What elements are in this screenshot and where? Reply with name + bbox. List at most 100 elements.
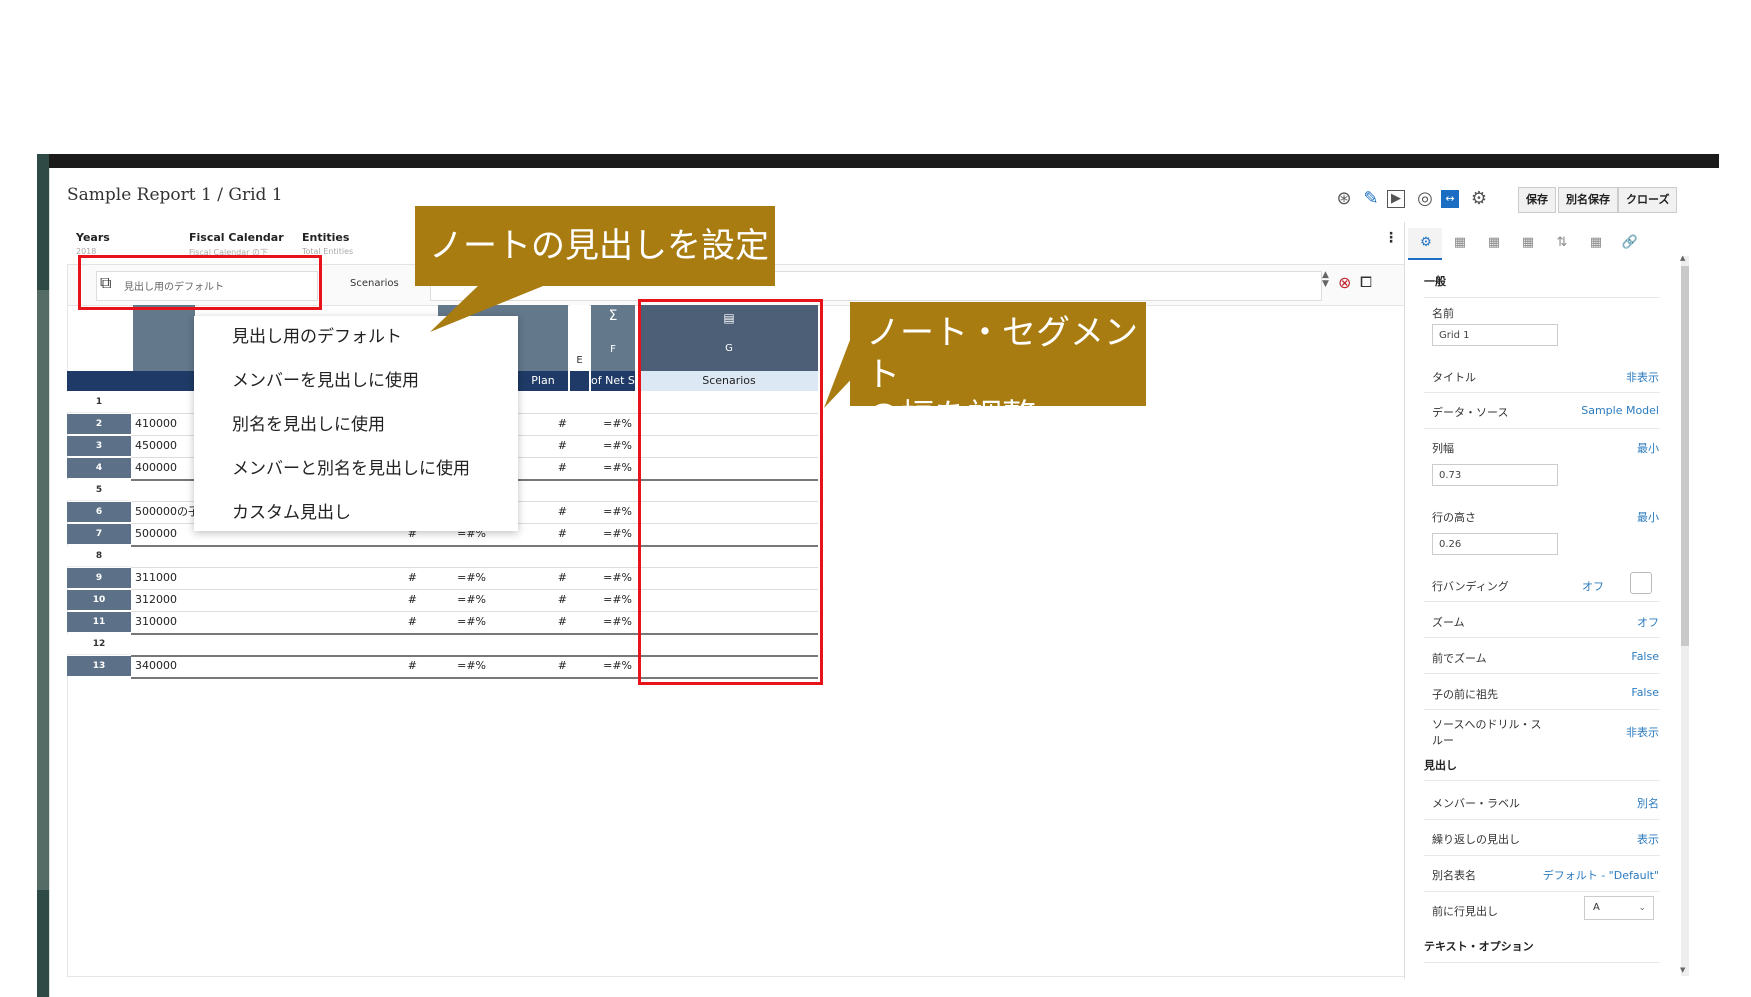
cell-percent[interactable]: =#%: [448, 590, 486, 610]
column-width-icon[interactable]: ↔: [1441, 190, 1459, 208]
cell-percent[interactable]: =#%: [596, 458, 632, 478]
hierarchy-icon[interactable]: ⧠: [1360, 273, 1372, 291]
panel-tab-grid-icon[interactable]: ▦: [1584, 232, 1608, 254]
row-header[interactable]: 4: [67, 458, 131, 478]
row-header[interactable]: 8: [67, 546, 131, 567]
cell-value[interactable]: #: [555, 612, 567, 632]
close-button[interactable]: クローズ: [1618, 187, 1678, 213]
alias-table-value[interactable]: デフォルト - "Default": [1543, 867, 1659, 883]
cell-percent[interactable]: =#%: [596, 414, 632, 434]
row-header[interactable]: 6: [67, 502, 131, 522]
cell-value[interactable]: #: [555, 458, 567, 478]
cell-percent[interactable]: =#%: [448, 656, 486, 676]
row-label[interactable]: 400000: [135, 458, 177, 478]
menu-item-heading-default[interactable]: 見出し用のデフォルト: [232, 322, 402, 347]
drill-value[interactable]: 非表示: [1626, 724, 1659, 740]
datasource-value[interactable]: Sample Model: [1581, 404, 1659, 417]
cell-value[interactable]: #: [405, 568, 417, 588]
title-value[interactable]: 非表示: [1626, 369, 1659, 385]
column-width-value[interactable]: 最小: [1637, 440, 1659, 456]
clear-circle-icon[interactable]: ⊗: [1338, 273, 1351, 292]
cell-value[interactable]: #: [405, 612, 417, 632]
row-header[interactable]: 7: [67, 524, 131, 544]
save-button[interactable]: 保存: [1518, 187, 1556, 213]
scroll-up-icon[interactable]: ▲: [1680, 254, 1685, 262]
panel-tab-rows-icon[interactable]: ▦: [1482, 232, 1506, 254]
row-label[interactable]: 312000: [135, 590, 177, 610]
menu-item-use-member[interactable]: メンバーを見出しに使用: [232, 366, 419, 391]
menu-item-use-alias[interactable]: 別名を見出しに使用: [232, 410, 385, 435]
cell-value[interactable]: #: [555, 414, 567, 434]
row-header[interactable]: 2: [67, 414, 131, 434]
row-label[interactable]: 410000: [135, 414, 177, 434]
cell-value[interactable]: #: [555, 656, 567, 676]
target-icon[interactable]: ◎: [1414, 188, 1436, 210]
cell-percent[interactable]: =#%: [596, 436, 632, 456]
row-header[interactable]: 10: [67, 590, 131, 610]
row-header[interactable]: 12: [67, 634, 131, 655]
ancestor-value[interactable]: False: [1631, 686, 1659, 699]
column-header-a[interactable]: [133, 305, 195, 371]
row-header[interactable]: 5: [67, 480, 131, 501]
row-height-value[interactable]: 最小: [1637, 509, 1659, 525]
panel-tab-columns-icon[interactable]: ▦: [1448, 232, 1472, 254]
row-label[interactable]: 340000: [135, 656, 177, 676]
panel-tab-general-gears-icon[interactable]: ⚙: [1414, 232, 1438, 254]
menu-item-custom-heading[interactable]: カスタム見出し: [232, 498, 351, 523]
column-header-e[interactable]: E: [570, 305, 589, 371]
row-header[interactable]: 9: [67, 568, 131, 588]
row-label[interactable]: 500000の子: [135, 502, 199, 522]
row-label[interactable]: 450000: [135, 436, 177, 456]
row-height-input[interactable]: 0.26: [1432, 533, 1558, 555]
row-header[interactable]: 3: [67, 436, 131, 456]
cell-value[interactable]: #: [555, 568, 567, 588]
cell-percent[interactable]: =#%: [596, 568, 632, 588]
pov-fiscal-calendar-label[interactable]: Fiscal Calendar: [189, 231, 284, 244]
spinner-icon[interactable]: ▲ ▼: [1322, 271, 1329, 289]
row-label[interactable]: 311000: [135, 568, 177, 588]
cell-percent[interactable]: =#%: [448, 568, 486, 588]
row-heading-before-select[interactable]: A ⌄: [1584, 896, 1654, 920]
panel-tab-cells-icon[interactable]: ▦: [1516, 232, 1540, 254]
cell-value[interactable]: #: [555, 502, 567, 522]
cell-value[interactable]: #: [555, 436, 567, 456]
cell-percent[interactable]: =#%: [596, 590, 632, 610]
cell-percent[interactable]: =#%: [448, 612, 486, 632]
cell-percent[interactable]: =#%: [596, 656, 632, 676]
panel-tab-sort-icon[interactable]: ⇅: [1550, 232, 1574, 254]
scenarios-heading-chip[interactable]: Scenarios: [350, 278, 399, 289]
settings-gear-icon[interactable]: ⚙: [1468, 188, 1490, 210]
member-label-value[interactable]: 別名: [1637, 795, 1659, 811]
zoom-front-value[interactable]: False: [1631, 650, 1659, 663]
row-header[interactable]: 1: [67, 392, 131, 413]
column-header-f[interactable]: Σ F: [591, 305, 635, 371]
panel-scrollbar-thumb[interactable]: [1681, 266, 1689, 646]
preview-play-icon[interactable]: ▶: [1387, 190, 1405, 208]
edit-pencil-icon[interactable]: ✎: [1360, 188, 1382, 210]
pov-entities-label[interactable]: Entities: [302, 231, 349, 244]
panel-tab-link-icon[interactable]: 🔗: [1618, 232, 1642, 254]
name-input[interactable]: Grid 1: [1432, 324, 1558, 346]
more-vertical-icon[interactable]: ⋮: [1384, 230, 1398, 246]
cell-value[interactable]: #: [405, 656, 417, 676]
column-width-input[interactable]: 0.73: [1432, 464, 1558, 486]
cell-percent[interactable]: =#%: [596, 502, 632, 522]
cell-percent[interactable]: =#%: [596, 612, 632, 632]
cell-value[interactable]: #: [555, 524, 567, 544]
row-header[interactable]: 11: [67, 612, 131, 632]
zoom-value[interactable]: オフ: [1637, 614, 1659, 630]
cell-value[interactable]: #: [555, 590, 567, 610]
row-label[interactable]: 500000: [135, 524, 177, 544]
row-header[interactable]: 13: [67, 656, 131, 676]
cell-percent[interactable]: =#%: [596, 524, 632, 544]
repeat-heading-value[interactable]: 表示: [1637, 831, 1659, 847]
save-as-button[interactable]: 別名保存: [1558, 187, 1618, 213]
row-label[interactable]: 310000: [135, 612, 177, 632]
row-banding-color-swatch[interactable]: [1630, 572, 1652, 594]
row-banding-value[interactable]: オフ: [1582, 578, 1604, 594]
help-lifebuoy-icon[interactable]: ⊛: [1333, 188, 1355, 210]
menu-item-use-member-and-alias[interactable]: メンバーと別名を見出しに使用: [232, 454, 470, 479]
scroll-down-icon[interactable]: ▼: [1680, 966, 1685, 974]
pov-years-label[interactable]: Years: [76, 231, 110, 244]
cell-value[interactable]: #: [405, 590, 417, 610]
